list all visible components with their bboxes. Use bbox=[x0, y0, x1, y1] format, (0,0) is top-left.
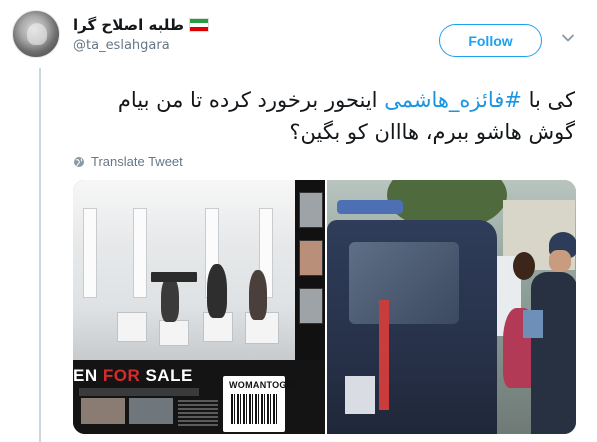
barcode-icon bbox=[231, 394, 277, 424]
ad-thumbnail bbox=[129, 398, 173, 424]
tweet-line-1: کی با #فائزه_هاشمی اینحور برخورد کرده تا… bbox=[55, 84, 575, 116]
media-image-left[interactable]: EN FOR SALE WOMANTOGO bbox=[73, 180, 325, 434]
van-panel bbox=[345, 376, 375, 414]
tweet-media[interactable]: EN FOR SALE WOMANTOGO bbox=[73, 180, 576, 434]
sale-caption bbox=[79, 388, 199, 396]
author-name-row: طلبه اصلاح گرا bbox=[73, 16, 209, 34]
logo-text: WOMANTOGO bbox=[229, 380, 295, 390]
van-stripe bbox=[379, 300, 389, 410]
tweet-line-2: گوش هاشو ببرم، هااان کو بگین؟ bbox=[289, 120, 575, 144]
model-figure bbox=[161, 276, 179, 322]
sale-headline: EN FOR SALE bbox=[73, 366, 193, 386]
ad-text-block bbox=[178, 400, 218, 426]
model-figure bbox=[249, 270, 267, 320]
person-head bbox=[513, 252, 535, 280]
sale-prefix: EN bbox=[73, 366, 103, 385]
globe-icon bbox=[74, 156, 84, 167]
side-thumbnail bbox=[299, 240, 323, 276]
ad-thumbnail bbox=[81, 398, 125, 424]
hashtag-link[interactable]: #فائزه_هاشمی bbox=[384, 88, 522, 112]
officer-sleeve bbox=[523, 310, 543, 338]
pedestal bbox=[117, 312, 147, 342]
model-figure bbox=[207, 264, 227, 318]
tweet-line-1-prefix: کی با bbox=[521, 88, 575, 112]
author-block[interactable]: طلبه اصلاح گرا @ta_eslahgara bbox=[73, 16, 209, 53]
chevron-down-icon[interactable] bbox=[560, 30, 576, 46]
thread-line bbox=[39, 68, 41, 442]
side-thumbnail bbox=[299, 288, 323, 324]
van-window bbox=[349, 242, 459, 324]
store-sign bbox=[151, 272, 197, 282]
pedestal bbox=[159, 320, 189, 346]
user-handle[interactable]: @ta_eslahgara bbox=[73, 38, 209, 53]
media-image-right[interactable] bbox=[327, 180, 576, 434]
display-panel bbox=[83, 208, 97, 298]
sale-suffix: SALE bbox=[140, 366, 193, 385]
police-officer bbox=[531, 272, 576, 434]
tweet-line-1-suffix: اینحور برخورد کرده تا من بیام bbox=[117, 88, 385, 112]
display-name[interactable]: طلبه اصلاح گرا bbox=[73, 16, 184, 34]
translate-tweet[interactable]: Translate Tweet bbox=[73, 154, 183, 169]
tweet-text: کی با #فائزه_هاشمی اینحور برخورد کرده تا… bbox=[55, 84, 575, 148]
iran-flag-icon bbox=[188, 18, 209, 32]
display-panel bbox=[133, 208, 147, 298]
translate-label[interactable]: Translate Tweet bbox=[91, 154, 183, 169]
avatar[interactable] bbox=[12, 10, 60, 58]
officer-face bbox=[549, 250, 571, 272]
van-light-bar bbox=[337, 200, 403, 214]
side-thumbnail bbox=[299, 192, 323, 228]
sale-red: FOR bbox=[102, 366, 141, 385]
follow-button[interactable]: Follow bbox=[439, 24, 542, 57]
